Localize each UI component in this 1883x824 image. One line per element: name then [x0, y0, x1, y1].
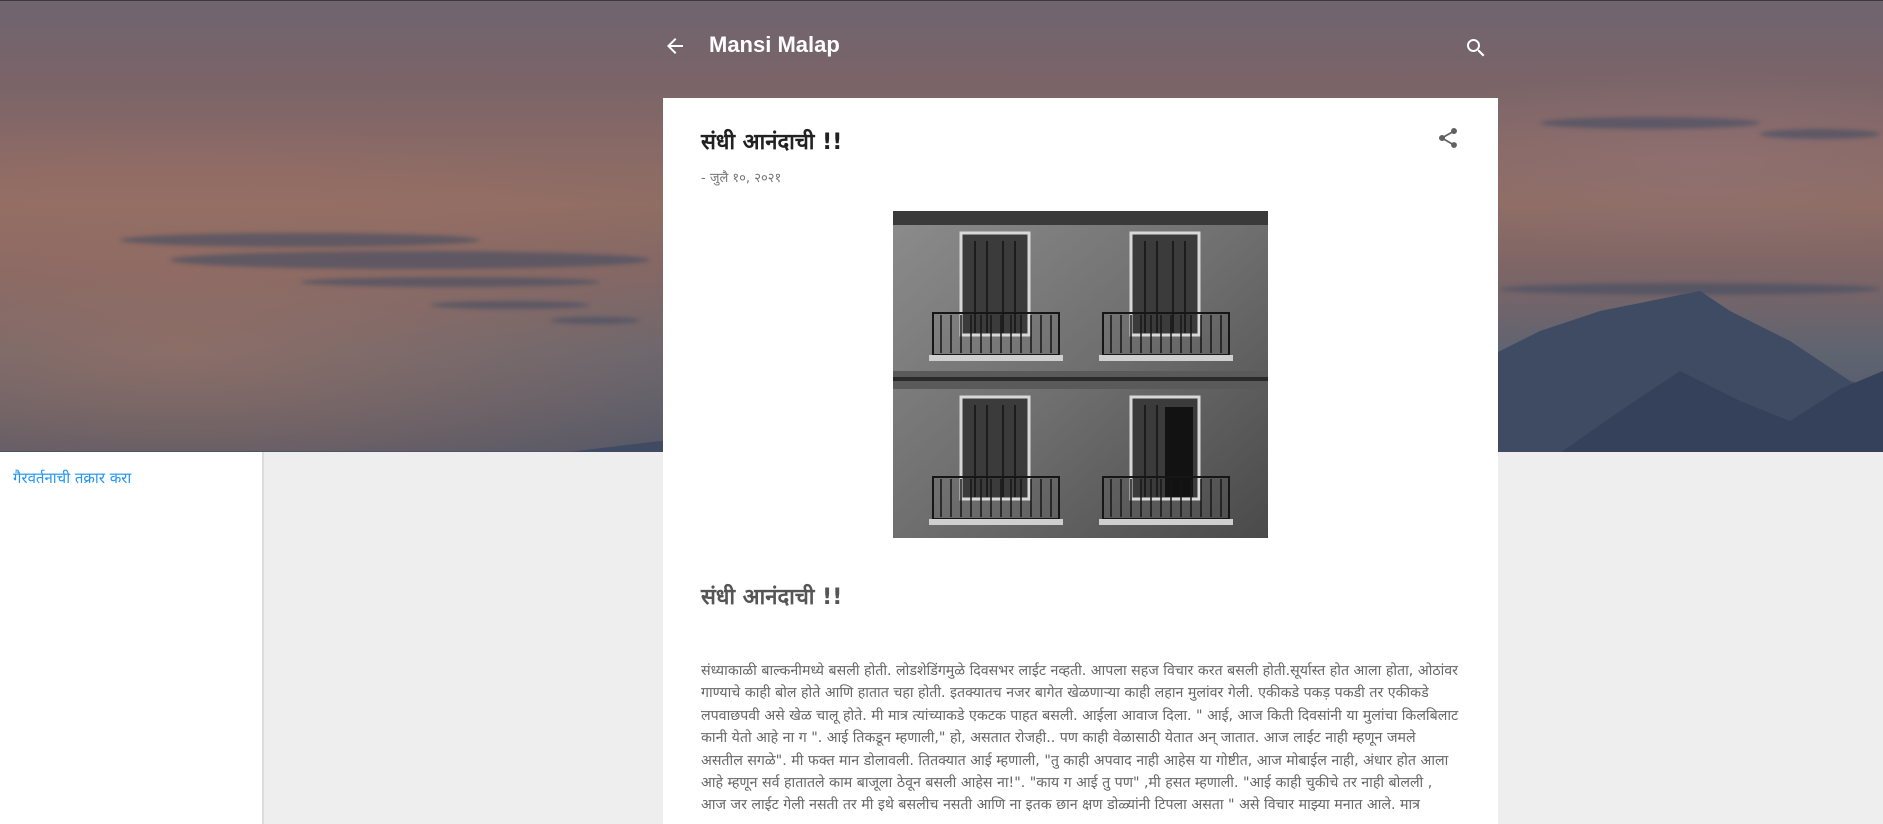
blog-header: Mansi Malap [663, 24, 1498, 72]
cloud [170, 251, 650, 269]
report-abuse-link[interactable]: गैरवर्तनाची तक्रार करा [13, 468, 131, 488]
sidebar: गैरवर्तनाची तक्रार करा [0, 452, 264, 824]
blog-title[interactable]: Mansi Malap [709, 32, 840, 58]
share-icon[interactable] [1436, 126, 1460, 150]
arrow-left-icon[interactable] [663, 34, 687, 58]
post-body: संध्याकाळी बाल्कनीमध्ये बसली होती. लोडशे… [701, 663, 1459, 814]
cloud [120, 233, 480, 247]
post-date: - जुलै १०, २०२१ [701, 171, 782, 186]
building-balconies-photo[interactable] [893, 211, 1268, 538]
post-title: संधी आनंदाची !! [701, 130, 843, 155]
cloud [1540, 117, 1760, 129]
post-subheading: संधी आनंदाची !! [701, 585, 843, 610]
building-balconies-illustration [893, 211, 1268, 538]
search-icon[interactable] [1464, 36, 1488, 60]
post-card: संधी आनंदाची !! - जुलै १०, २०२१ संधी आनं… [663, 98, 1498, 824]
cloud [1760, 129, 1880, 139]
